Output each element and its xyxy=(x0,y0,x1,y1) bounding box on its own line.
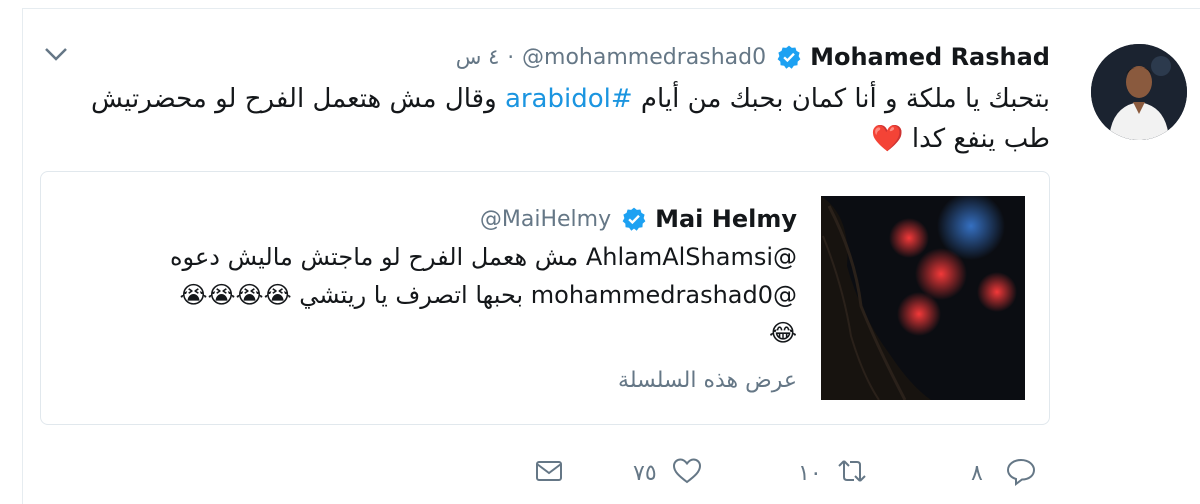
verified-badge-icon xyxy=(776,44,802,70)
avatar[interactable] xyxy=(1091,44,1187,140)
reply-icon[interactable] xyxy=(1005,455,1037,491)
tweet-timestamp[interactable]: ٤ س xyxy=(456,45,500,69)
retweet-action[interactable]: ١٠ xyxy=(798,455,868,491)
quoted-author-name[interactable]: Mai Helmy xyxy=(655,205,797,233)
envelope-icon[interactable] xyxy=(533,455,565,491)
show-thread-link[interactable]: عرض هذه السلسلة xyxy=(618,368,797,393)
like-action[interactable]: ٧٥ xyxy=(633,455,703,491)
quoted-text-line: 😂 xyxy=(768,319,797,347)
reply-action[interactable]: ٨ xyxy=(971,455,1037,491)
heart-emoji: ❤️ xyxy=(871,124,904,154)
retweet-count: ١٠ xyxy=(798,460,822,486)
author-name[interactable]: Mohamed Rashad xyxy=(810,43,1050,71)
like-count: ٧٥ xyxy=(633,460,657,486)
quoted-text-line: @AhlamAlShamsi مش هعمل الفرح لو ماجتش ما… xyxy=(169,243,797,271)
tweet-text: بتحبك يا ملكة و أنا كمان بحبك من أيام #a… xyxy=(40,79,1050,159)
tweet-card[interactable]: ٤ س · @mohammedrashad0 Mohamed Rashad بت… xyxy=(22,8,1200,504)
hashtag-link[interactable]: #arabidol xyxy=(505,84,633,114)
quoted-author-handle[interactable]: @MaiHelmy xyxy=(480,207,611,232)
tweet-text-part: بتحبك يا ملكة و أنا كمان بحبك من أيام xyxy=(632,84,1050,114)
message-action[interactable] xyxy=(533,455,565,491)
quoted-tweet-header: @MaiHelmy Mai Helmy xyxy=(480,202,797,236)
quoted-text-line: @mohammedrashad0 بحبها اتصرف يا ريتشي 😭😭… xyxy=(179,281,797,309)
tweet-header: ٤ س · @mohammedrashad0 Mohamed Rashad xyxy=(456,41,1050,73)
quoted-tweet[interactable]: @MaiHelmy Mai Helmy @AhlamAlShamsi مش هع… xyxy=(40,171,1050,425)
quoted-tweet-image[interactable] xyxy=(821,196,1025,400)
verified-badge-icon xyxy=(621,206,647,232)
heart-icon[interactable] xyxy=(671,455,703,491)
header-separator: · xyxy=(507,45,515,69)
quoted-tweet-text: @AhlamAlShamsi مش هعمل الفرح لو ماجتش ما… xyxy=(77,238,797,352)
chevron-down-icon[interactable] xyxy=(41,39,71,69)
author-handle[interactable]: @mohammedrashad0 xyxy=(522,45,766,70)
reply-count: ٨ xyxy=(971,460,983,486)
retweet-icon[interactable] xyxy=(836,455,868,491)
tweet-actions: ٨ ١٠ ٧٥ xyxy=(23,447,1200,497)
